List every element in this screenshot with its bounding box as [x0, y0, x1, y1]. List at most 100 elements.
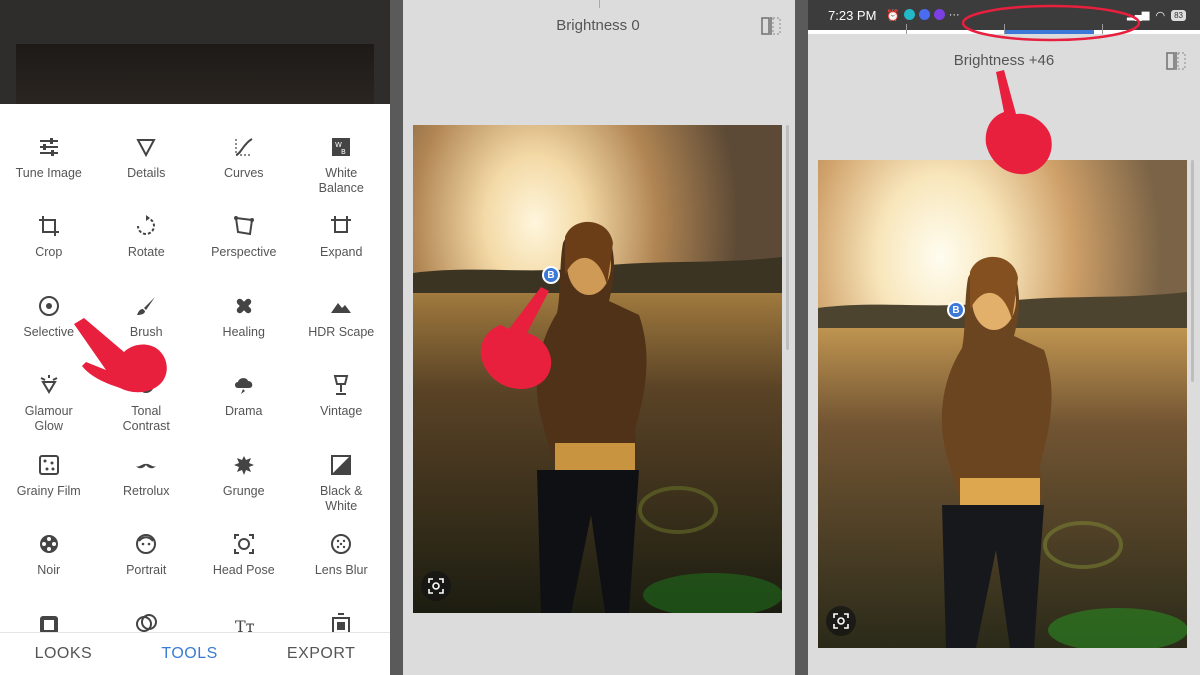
gutter-right: [795, 0, 808, 675]
tool-label: HDR Scape: [308, 324, 375, 339]
film-reel-icon: [36, 531, 62, 557]
tool-label: Portrait: [126, 562, 167, 577]
scrollbar[interactable]: [1191, 160, 1194, 382]
tool-label: Selective: [23, 324, 75, 339]
slider-center-tick: [599, 0, 600, 8]
dark-photo-thumbnail: [16, 44, 374, 104]
tool-label: White Balance: [318, 166, 364, 195]
tool-portrait[interactable]: Portrait: [98, 531, 196, 610]
healing-icon: [231, 293, 257, 319]
drama-cloud-icon: [231, 372, 257, 398]
camera-scan-icon: [833, 613, 849, 629]
tool-label: Rotate: [127, 245, 165, 260]
tool-white-balance[interactable]: W B White Balance: [293, 134, 391, 213]
screenshot-lens-button[interactable]: [421, 571, 451, 601]
perspective-icon: [231, 213, 257, 239]
compare-icon[interactable]: [761, 17, 781, 35]
head-pose-icon: [231, 531, 257, 557]
pointing-hand-annotation: [74, 318, 167, 393]
hdr-mountain-icon: [328, 293, 354, 319]
brightness-zero-panel: Brightness 0 B: [403, 0, 795, 675]
tool-vintage[interactable]: Vintage: [293, 372, 391, 451]
gutter-left: [390, 0, 403, 675]
sunset-portrait-image-brightened: [818, 160, 1187, 648]
tab-tools[interactable]: TOOLS: [161, 645, 217, 663]
wifi-icon: ◠: [1155, 10, 1166, 22]
tool-label: Drama: [224, 404, 263, 419]
tool-crop[interactable]: Crop: [0, 213, 98, 292]
adjustment-label: Brightness +46: [953, 52, 1055, 69]
black-white-icon: [328, 452, 354, 478]
svg-text:B: B: [341, 148, 346, 156]
tool-label: Noir: [37, 562, 61, 577]
tool-details[interactable]: Details: [98, 134, 196, 213]
tab-looks[interactable]: LOOKS: [35, 645, 93, 663]
tool-tune-image[interactable]: Tune Image: [0, 134, 98, 213]
battery-icon: 83: [1171, 10, 1186, 21]
alarm-icon: ⏰: [886, 10, 900, 22]
tool-label: Tonal Contrast: [122, 404, 170, 434]
tool-label: Details: [127, 166, 166, 180]
white-balance-icon: WB: [328, 134, 354, 160]
selective-point-marker[interactable]: B: [542, 266, 560, 284]
whatsapp-icon: [903, 9, 915, 20]
selective-icon: [36, 293, 62, 319]
compare-icon[interactable]: [1166, 52, 1186, 70]
edited-photo: B: [413, 125, 782, 613]
tool-label: Perspective: [211, 245, 277, 260]
tool-label: Grunge: [222, 483, 265, 498]
tool-label: Healing: [222, 324, 265, 339]
lens-blur-icon: [328, 531, 354, 557]
scrollbar[interactable]: [786, 125, 789, 350]
tab-export[interactable]: EXPORT: [287, 645, 356, 663]
tool-curves[interactable]: Curves: [195, 134, 293, 213]
sunset-portrait-image: [413, 125, 782, 613]
notification-icons: ⏰ ···: [886, 9, 960, 22]
tools-panel: Tune Image Details Curves W B White Balance Cr…: [0, 0, 390, 675]
status-time: 7:23 PM: [828, 8, 877, 23]
adjustment-label: Brightness 0: [556, 17, 640, 34]
tool-healing[interactable]: Healing: [195, 293, 293, 372]
messages-icon: [918, 9, 930, 20]
screenshot-lens-button[interactable]: [826, 606, 856, 636]
tool-label: Tune Image: [15, 166, 82, 180]
tool-perspective[interactable]: Perspective: [195, 213, 293, 292]
tool-drama[interactable]: Drama: [195, 372, 293, 451]
pointing-hand-annotation: [985, 70, 1052, 175]
tool-noir[interactable]: Noir: [0, 531, 98, 610]
edited-photo: B: [818, 160, 1187, 648]
tool-lens-blur[interactable]: Lens Blur: [293, 531, 391, 610]
annotation-circle: [961, 4, 1141, 42]
tool-retrolux[interactable]: Retrolux: [98, 452, 196, 531]
tool-expand[interactable]: Expand: [293, 213, 391, 292]
rotate-icon: [133, 213, 159, 239]
tool-label: Grainy Film: [16, 483, 81, 498]
brush-icon: [133, 293, 159, 319]
tool-grunge[interactable]: Grunge: [195, 452, 293, 531]
expand-icon: [328, 213, 354, 239]
tool-rotate[interactable]: Rotate: [98, 213, 196, 292]
grunge-icon: [231, 452, 257, 478]
glamour-glow-icon: [36, 372, 62, 398]
brightness-plus-panel: 7:23 PM ⏰ ··· ▂▄▆ ◠ 83 Brightness +46 B: [808, 0, 1200, 675]
tool-label: Head Pose: [212, 562, 275, 577]
tool-label: Expand: [320, 245, 363, 260]
tool-label: Black & White: [320, 483, 363, 513]
pointing-hand-annotation: [480, 287, 552, 389]
vintage-lamp-icon: [328, 372, 354, 398]
tool-head-pose[interactable]: Head Pose: [195, 531, 293, 610]
tool-label: Glamour Glow: [24, 404, 73, 434]
tool-grainy-film[interactable]: Grainy Film: [0, 452, 98, 531]
tune-sliders-icon: [36, 134, 62, 160]
tools-grid: Tune Image Details Curves W B White Balance Cr…: [0, 104, 391, 635]
slider-notch: [906, 24, 907, 34]
triangle-details-icon: [133, 134, 159, 160]
tool-hdr-scape[interactable]: HDR Scape: [293, 293, 391, 372]
tool-black-white[interactable]: Black & White: [293, 452, 391, 531]
curves-icon: [231, 134, 257, 160]
tool-label: Retrolux: [122, 483, 170, 498]
tool-label: Crop: [35, 245, 63, 260]
mustache-icon: [133, 452, 159, 478]
selective-point-marker[interactable]: B: [947, 301, 965, 319]
tool-label: Curves: [223, 166, 264, 180]
